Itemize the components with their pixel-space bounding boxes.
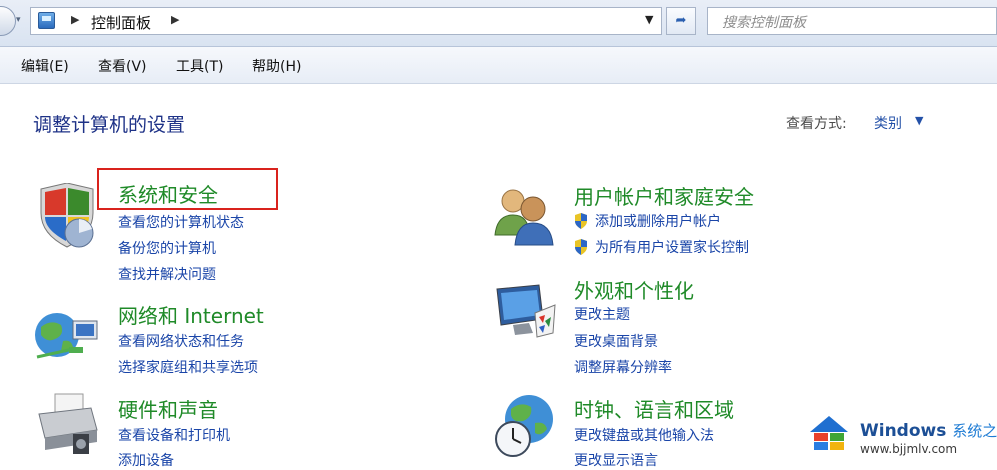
menu-help[interactable]: 帮助(H) — [252, 56, 301, 76]
link-change-display-language[interactable]: 更改显示语言 — [574, 450, 658, 470]
menu-edit[interactable]: 编辑(E) — [21, 56, 69, 76]
menu-view[interactable]: 查看(V) — [98, 56, 147, 76]
watermark-brand: Windows 系统之家 — [860, 420, 997, 441]
category-network-internet[interactable]: 网络和 Internet — [118, 300, 264, 329]
recent-pages-dropdown-icon[interactable]: ▾ — [16, 15, 21, 25]
monitor-palette-icon — [496, 284, 556, 338]
breadcrumb-arrow-icon[interactable]: ▶ — [171, 13, 179, 26]
globe-clock-icon — [495, 395, 553, 457]
network-globe-icon — [35, 313, 98, 359]
refresh-icon: ➦ — [675, 13, 687, 28]
address-box[interactable]: ▶ 控制面板 ▶ ▼ — [30, 7, 662, 35]
link-add-device[interactable]: 添加设备 — [118, 450, 174, 470]
link-change-theme[interactable]: 更改主题 — [574, 304, 630, 324]
link-change-input-method[interactable]: 更改键盘或其他输入法 — [574, 425, 714, 445]
watermark-url: www.bjjmlv.com — [860, 442, 958, 456]
uac-shield-icon — [575, 213, 587, 229]
menu-bar: 编辑(E) 查看(V) 工具(T) 帮助(H) — [0, 47, 997, 84]
link-devices-printers[interactable]: 查看设备和打印机 — [118, 425, 230, 445]
link-view-network-status[interactable]: 查看网络状态和任务 — [118, 331, 244, 351]
address-bar: ▾ ▶ 控制面板 ▶ ▼ ➦ 搜索控制面板 — [0, 0, 997, 47]
link-backup-computer[interactable]: 备份您的计算机 — [118, 238, 216, 258]
shield-pie-icon — [40, 183, 94, 248]
view-by-label: 查看方式: — [786, 116, 847, 132]
link-homegroup-sharing[interactable]: 选择家庭组和共享选项 — [118, 357, 258, 377]
category-user-accounts[interactable]: 用户帐户和家庭安全 — [574, 181, 754, 210]
search-input[interactable]: 搜索控制面板 — [707, 7, 997, 35]
printer-icon — [38, 393, 98, 454]
uac-shield-icon — [575, 239, 587, 255]
page-title: 调整计算机的设置 — [33, 114, 186, 136]
category-appearance[interactable]: 外观和个性化 — [574, 275, 694, 304]
breadcrumb[interactable]: 控制面板 — [91, 12, 151, 33]
address-dropdown-icon[interactable]: ▼ — [645, 13, 653, 26]
link-add-remove-accounts[interactable]: 添加或删除用户帐户 — [595, 211, 721, 231]
view-by-dropdown[interactable]: 类别 — [874, 113, 902, 133]
link-screen-resolution[interactable]: 调整屏幕分辨率 — [574, 357, 672, 377]
breadcrumb-arrow-icon[interactable]: ▶ — [71, 13, 79, 26]
category-system-security[interactable]: 系统和安全 — [118, 179, 218, 208]
users-icon — [494, 189, 554, 246]
refresh-button[interactable]: ➦ — [666, 7, 696, 35]
chevron-down-icon[interactable]: ▼ — [915, 114, 923, 127]
link-find-fix-problems[interactable]: 查找并解决问题 — [118, 264, 216, 284]
link-parental-controls[interactable]: 为所有用户设置家长控制 — [595, 237, 749, 257]
search-placeholder: 搜索控制面板 — [722, 15, 806, 31]
windows-logo-icon — [810, 416, 848, 450]
category-hardware-sound[interactable]: 硬件和声音 — [118, 394, 218, 423]
link-view-computer-status[interactable]: 查看您的计算机状态 — [118, 212, 244, 232]
menu-tools[interactable]: 工具(T) — [176, 56, 223, 76]
watermark-brand-cn: 系统之家 — [952, 422, 997, 440]
link-change-background[interactable]: 更改桌面背景 — [574, 331, 658, 351]
category-clock-language-region[interactable]: 时钟、语言和区域 — [574, 394, 734, 423]
control-panel-icon — [38, 12, 55, 29]
watermark-brand-en: Windows — [860, 421, 947, 441]
back-button[interactable] — [0, 6, 16, 36]
